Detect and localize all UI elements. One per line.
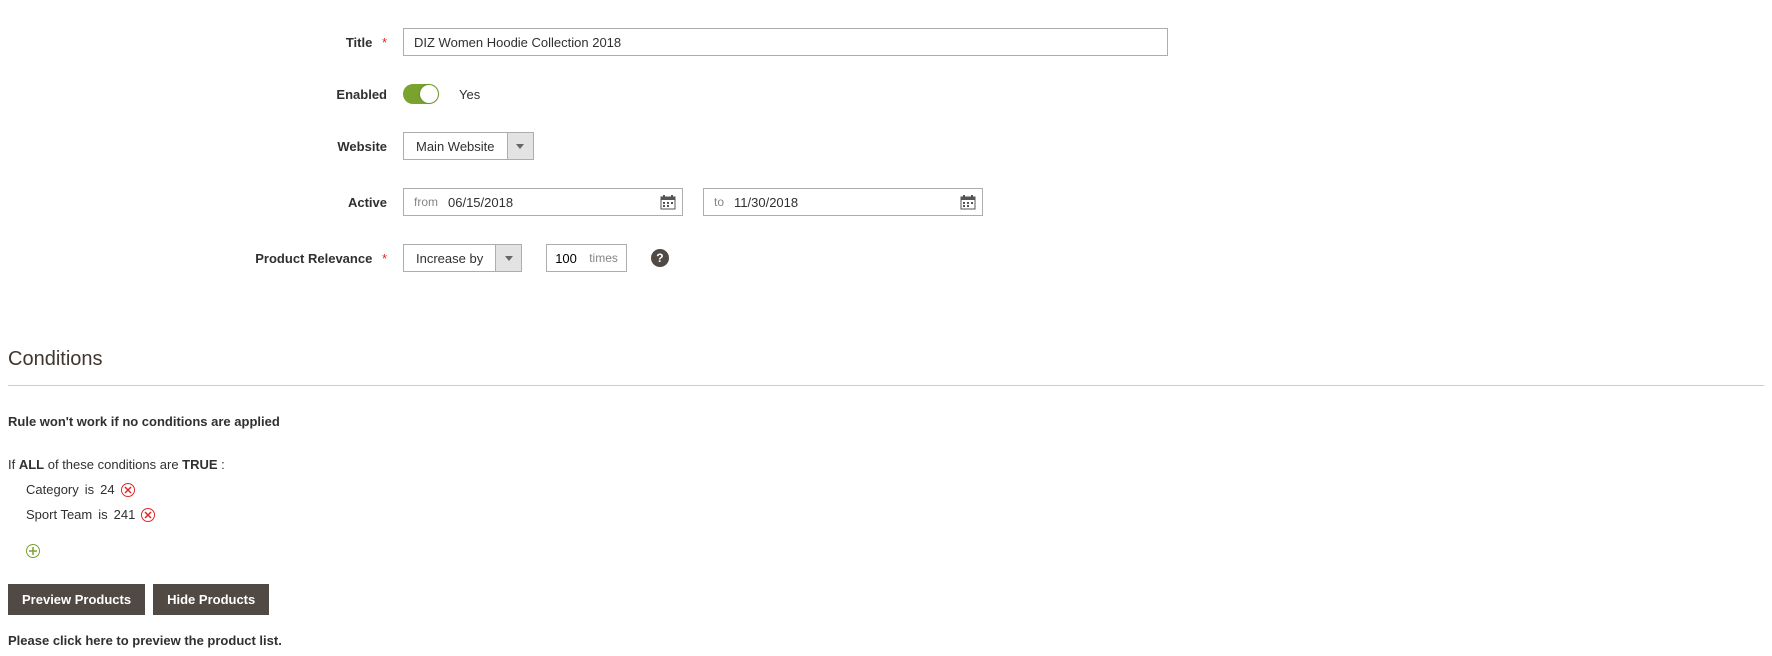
enabled-label: Enabled	[8, 87, 403, 102]
cond-result[interactable]: TRUE	[182, 457, 217, 472]
relevance-action-select[interactable]: Increase by	[403, 244, 522, 272]
active-to-input[interactable]	[734, 189, 954, 215]
enabled-row: Enabled Yes	[8, 84, 1764, 104]
conditions-heading: Conditions	[8, 340, 1764, 386]
required-indicator: *	[382, 35, 387, 50]
calendar-icon[interactable]	[654, 188, 682, 216]
toggle-knob	[420, 85, 438, 103]
cond-if: If	[8, 457, 19, 472]
relevance-action-text: Increase by	[404, 245, 495, 271]
website-row: Website Main Website	[8, 132, 1764, 160]
calendar-icon[interactable]	[954, 188, 982, 216]
to-prefix: to	[704, 195, 734, 209]
active-row: Active from to	[8, 188, 1764, 216]
active-label: Active	[8, 195, 403, 210]
cond-colon: :	[218, 457, 225, 472]
relevance-value-input[interactable]	[555, 251, 583, 266]
help-icon[interactable]: ?	[651, 249, 669, 267]
chevron-down-icon	[495, 245, 521, 271]
condition-value[interactable]: 24	[100, 482, 114, 497]
condition-operator[interactable]: is	[98, 507, 107, 522]
website-label: Website	[8, 139, 403, 154]
add-condition-icon[interactable]	[26, 544, 40, 558]
title-label: Title *	[8, 35, 403, 50]
relevance-row: Product Relevance * Increase by times ?	[8, 244, 1764, 272]
condition-attribute[interactable]: Sport Team	[26, 507, 92, 522]
cond-aggregator[interactable]: ALL	[19, 457, 44, 472]
active-to-field[interactable]: to	[703, 188, 983, 216]
remove-condition-icon[interactable]	[141, 508, 155, 522]
general-form-section: Title * Enabled Yes Website Main Website…	[8, 8, 1764, 340]
active-from-field[interactable]: from	[403, 188, 683, 216]
condition-items: Category is 24 Sport Team is 241	[8, 482, 1764, 522]
required-indicator: *	[382, 251, 387, 266]
hide-products-button[interactable]: Hide Products	[153, 584, 269, 615]
condition-value[interactable]: 241	[114, 507, 136, 522]
condition-item: Category is 24	[8, 482, 1764, 497]
remove-condition-icon[interactable]	[121, 483, 135, 497]
enabled-state-text: Yes	[459, 87, 480, 102]
cond-mid: of these conditions are	[44, 457, 182, 472]
title-input[interactable]	[403, 28, 1168, 56]
enabled-toggle[interactable]	[403, 84, 439, 104]
title-label-text: Title	[346, 35, 373, 50]
condition-operator[interactable]: is	[85, 482, 94, 497]
condition-attribute[interactable]: Category	[26, 482, 79, 497]
chevron-down-icon	[507, 133, 533, 159]
preview-products-button[interactable]: Preview Products	[8, 584, 145, 615]
from-prefix: from	[404, 195, 448, 209]
title-row: Title *	[8, 28, 1764, 56]
conditions-note: Rule won't work if no conditions are app…	[8, 414, 1764, 429]
relevance-times-field[interactable]: times	[546, 244, 627, 272]
conditions-area: Rule won't work if no conditions are app…	[8, 414, 1764, 648]
website-selected-text: Main Website	[404, 133, 507, 159]
relevance-label-text: Product Relevance	[255, 251, 372, 266]
website-select[interactable]: Main Website	[403, 132, 534, 160]
conditions-aggregator-line: If ALL of these conditions are TRUE :	[8, 457, 1764, 472]
condition-item: Sport Team is 241	[8, 507, 1764, 522]
relevance-label: Product Relevance *	[8, 251, 403, 266]
relevance-suffix: times	[589, 251, 618, 265]
action-buttons-row: Preview Products Hide Products	[8, 584, 1764, 615]
active-from-input[interactable]	[448, 189, 654, 215]
